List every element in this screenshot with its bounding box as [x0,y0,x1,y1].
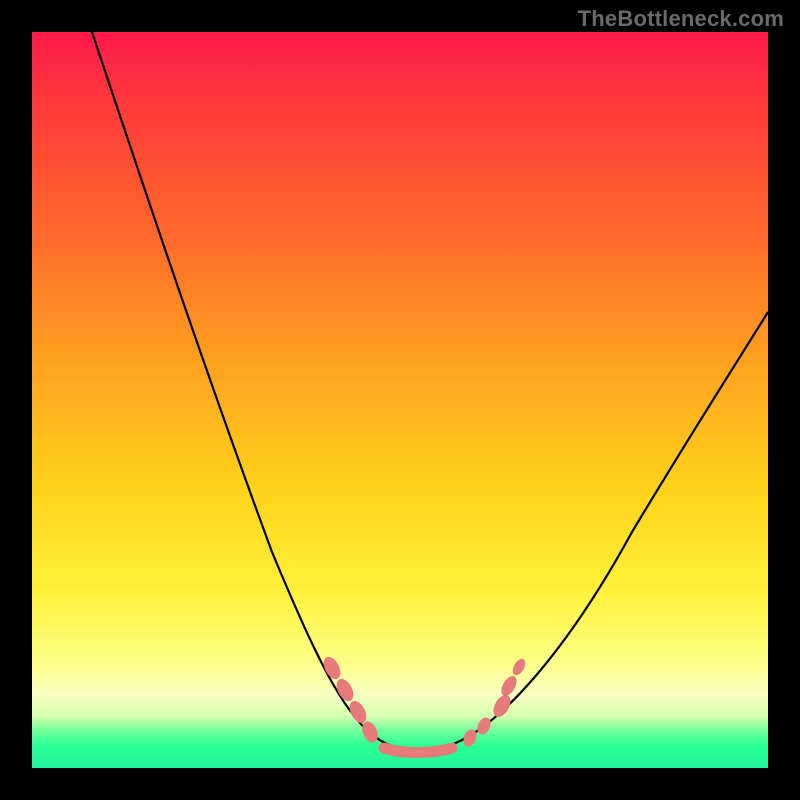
trough-band [384,748,452,753]
curve-layer [32,32,768,768]
watermark-label: TheBottleneck.com [578,6,784,32]
plot-area [32,32,768,768]
right-markers [461,657,528,749]
chart-frame: TheBottleneck.com [0,0,800,800]
left-markers [320,654,381,745]
bottleneck-curve [92,32,768,751]
